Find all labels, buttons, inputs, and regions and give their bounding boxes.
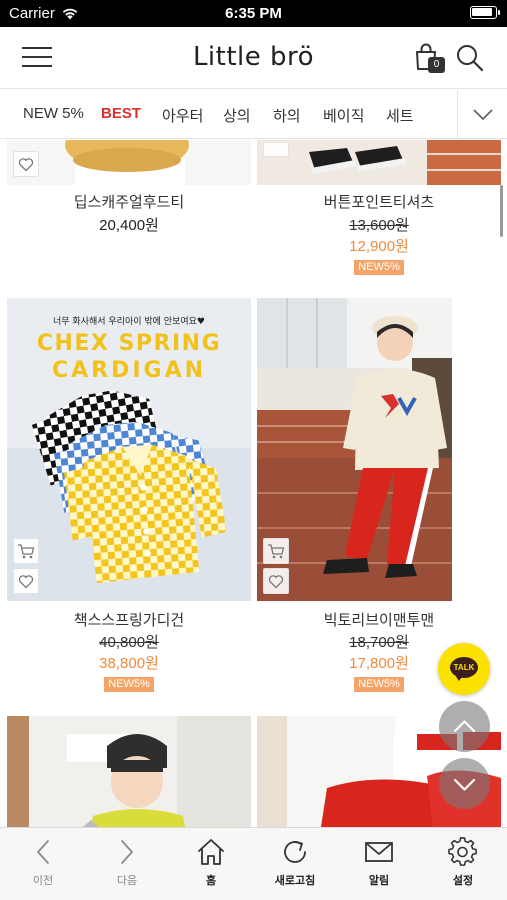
category-bar: NEW 5% BEST 아우터 상의 하의 베이직 세트 (0, 90, 507, 139)
cart-icon (268, 544, 285, 559)
product-card[interactable] (7, 716, 251, 827)
banner-tagline: 너무 화사해서 우리아이 밖에 안보여요♥ (53, 317, 205, 327)
discount-badge: NEW5% (354, 677, 404, 692)
cart-count-badge: 0 (428, 57, 445, 73)
nav-back-button[interactable]: 이전 (1, 828, 85, 900)
refresh-icon (284, 841, 306, 863)
category-fade (433, 90, 457, 138)
nav-home-label: 홈 (205, 875, 217, 887)
gear-icon (448, 837, 477, 866)
cart-button[interactable]: 0 (415, 43, 445, 75)
discount-badge-wrap: NEW5% (7, 674, 251, 692)
scroll-bottom-button[interactable] (439, 758, 490, 809)
nav-refresh-label: 새로고침 (274, 875, 316, 887)
chevron-down-icon (473, 109, 493, 121)
add-to-cart-button[interactable] (13, 538, 39, 564)
search-icon (457, 45, 484, 72)
mail-icon (365, 842, 393, 862)
category-set[interactable]: 세트 (386, 105, 414, 126)
product-card[interactable]: 너무 화사해서 우리아이 밖에 안보여요♥ CHEX SPRING CARDIG… (7, 298, 251, 698)
chevron-left-icon (37, 840, 49, 864)
chevron-down-icon (453, 778, 476, 791)
discount-badge: NEW5% (104, 677, 154, 692)
category-expand-button[interactable] (457, 90, 507, 138)
status-time: 6:35 PM (225, 5, 282, 22)
product-image[interactable] (7, 716, 251, 827)
bottom-nav: 이전 다음 홈 새로고침 알림 설정 (0, 827, 507, 900)
home-icon (198, 839, 224, 865)
product-image[interactable] (257, 298, 501, 601)
scroll-top-button[interactable] (439, 701, 490, 752)
product-original-price: 40,800원 (99, 634, 159, 651)
heart-icon (268, 574, 284, 588)
scroll-indicator[interactable] (500, 185, 503, 237)
wishlist-button[interactable] (263, 568, 289, 594)
product-card[interactable]: 딥스캐주얼후드티 20,400원 (7, 140, 251, 290)
heart-icon (18, 157, 34, 171)
product-name[interactable]: 책스스프링가디건 (7, 609, 251, 630)
nav-forward-label: 다음 (116, 875, 138, 887)
search-button[interactable] (455, 43, 485, 73)
product-name[interactable]: 딥스캐주얼후드티 (7, 191, 251, 212)
product-grid: 딥스캐주얼후드티 20,400원 버튼포인트티셔츠 13,600원 12,900… (0, 140, 507, 827)
banner-headline-1: CHEX SPRING (36, 331, 222, 356)
nav-settings-button[interactable]: 설정 (421, 828, 505, 900)
product-image[interactable] (7, 140, 251, 185)
category-best[interactable]: BEST (101, 105, 141, 122)
product-name[interactable]: 빅토리브이맨투맨 (257, 609, 501, 630)
category-outer[interactable]: 아우터 (162, 105, 203, 126)
product-card[interactable]: 버튼포인트티셔츠 13,600원 12,900원 NEW5% (257, 140, 501, 290)
product-image[interactable]: 너무 화사해서 우리아이 밖에 안보여요♥ CHEX SPRING CARDIG… (7, 298, 251, 601)
nav-settings-label: 설정 (452, 875, 474, 887)
kakao-talk-button[interactable]: TALK (438, 643, 490, 695)
nav-notification-label: 알림 (368, 875, 390, 887)
wishlist-button[interactable] (13, 151, 39, 177)
battery-icon (470, 6, 500, 19)
nav-refresh-button[interactable]: 새로고침 (253, 828, 337, 900)
wishlist-button[interactable] (263, 143, 289, 157)
add-to-cart-button[interactable] (263, 538, 289, 564)
category-basic[interactable]: 베이직 (323, 105, 364, 126)
category-new[interactable]: NEW 5% (23, 105, 84, 122)
nav-forward-button[interactable]: 다음 (85, 828, 169, 900)
product-name[interactable]: 버튼포인트티셔츠 (257, 191, 501, 212)
chevron-right-icon (121, 840, 133, 864)
nav-notification-button[interactable]: 알림 (337, 828, 421, 900)
nav-back-label: 이전 (32, 875, 54, 887)
nav-home-button[interactable]: 홈 (169, 828, 253, 900)
discount-badge-wrap: NEW5% (257, 257, 501, 275)
category-bottom[interactable]: 하의 (273, 105, 301, 126)
product-card[interactable]: 빅토리브이맨투맨 18,700원 17,800원 NEW5% (257, 298, 501, 698)
chevron-up-icon (453, 720, 476, 733)
wishlist-button[interactable] (13, 568, 39, 594)
cart-icon (18, 544, 35, 559)
category-top[interactable]: 상의 (223, 105, 251, 126)
product-original-price: 13,600원 (349, 217, 409, 234)
heart-icon (18, 574, 34, 588)
product-sale-price: 38,800원 (99, 655, 159, 672)
status-bar: Carrier 6:35 PM (0, 0, 507, 27)
product-sale-price: 12,900원 (349, 238, 409, 255)
app-header: Little brö 0 (0, 27, 507, 89)
product-image[interactable] (257, 140, 501, 185)
product-price: 20,400원 (99, 217, 159, 234)
discount-badge: NEW5% (354, 260, 404, 275)
banner-headline-2: CARDIGAN (51, 358, 207, 383)
